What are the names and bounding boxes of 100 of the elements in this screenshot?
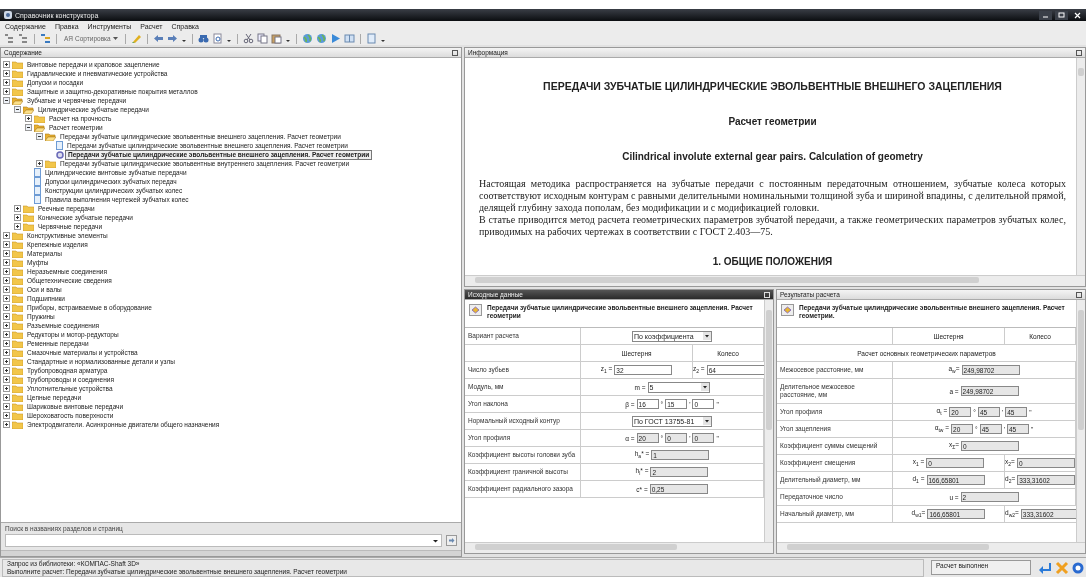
ring-icon — [56, 150, 64, 159]
folder-icon — [12, 402, 23, 411]
caret-icon — [112, 36, 118, 41]
tree-toggle[interactable] — [3, 277, 10, 284]
tree-toggle[interactable] — [3, 349, 10, 356]
maximize-button[interactable] — [1055, 10, 1068, 20]
dock-button[interactable] — [1076, 291, 1082, 298]
tree-toggle[interactable] — [3, 421, 10, 428]
tree-toggle[interactable] — [3, 250, 10, 257]
paragraph: В статье приводится метод расчета геометрических параметров зубчатой передачи, а также геометрических параметров зубчатых колес, приводимых на рабочих чертежах в соответствии с ГОСТ 2.403—75. — [479, 214, 1066, 238]
folder-icon — [12, 267, 23, 276]
tree-toggle[interactable] — [14, 106, 21, 113]
tree-toggle[interactable] — [3, 304, 10, 311]
tree-view-icon[interactable] — [4, 33, 15, 44]
folder-icon — [12, 276, 23, 285]
folder-icon — [12, 411, 23, 420]
dock-button[interactable] — [1076, 49, 1082, 56]
folder-icon — [12, 303, 23, 312]
folder-icon — [12, 87, 23, 96]
hierarchy-icon[interactable] — [40, 33, 51, 44]
tree-toggle[interactable] — [3, 295, 10, 302]
tree-toggle[interactable] — [3, 79, 10, 86]
scissors-icon[interactable] — [242, 33, 254, 44]
folder-icon — [12, 294, 23, 303]
tree-toggle[interactable] — [3, 97, 10, 104]
page-icon — [56, 141, 63, 150]
article-title: ПЕРЕДАЧИ ЗУБЧАТЫЕ ЦИЛИНДРИЧЕСКИЕ ЭВОЛЬВЕНТНЫЕ ВНЕШНЕГО ЗАЦЕПЛЕНИЯ — [542, 80, 1003, 92]
tree-toggle[interactable] — [3, 376, 10, 383]
open-folder-icon — [23, 105, 34, 114]
folder-icon — [12, 375, 23, 384]
open-folder-icon — [12, 96, 23, 105]
tree-toggle[interactable] — [3, 259, 10, 266]
tree-toggle[interactable] — [3, 367, 10, 374]
search-field[interactable] — [5, 534, 442, 547]
section-heading: 1. ОБЩИЕ ПОЛОЖЕНИЯ — [711, 256, 834, 267]
binoculars-icon[interactable] — [197, 33, 209, 44]
caret-icon — [703, 417, 711, 425]
tree-toggle[interactable] — [3, 88, 10, 95]
tree-toggle[interactable] — [3, 385, 10, 392]
folder-icon — [45, 159, 56, 168]
folder-icon — [12, 240, 23, 249]
forward-arrow-icon[interactable] — [166, 33, 178, 44]
folder-icon — [12, 384, 23, 393]
folder-icon — [12, 420, 23, 429]
tree-toggle[interactable] — [3, 412, 10, 419]
article-subtitle: Расчет геометрии — [727, 116, 818, 127]
scrollbar[interactable] — [465, 275, 1085, 286]
caret-icon — [432, 537, 439, 544]
folder-icon — [12, 258, 23, 267]
folder-icon — [12, 231, 23, 240]
scrollbar[interactable] — [1076, 58, 1085, 275]
app-icon — [4, 11, 12, 19]
folder-icon — [12, 357, 23, 366]
tree-toggle[interactable] — [25, 124, 32, 131]
tree-toggle[interactable] — [14, 205, 21, 212]
scrollbar[interactable] — [1076, 300, 1085, 542]
tree-toggle[interactable] — [3, 331, 10, 338]
tree-toggle[interactable] — [3, 70, 10, 77]
english-title: Cilindrical involute external gear pairs. Calculation of geometry — [621, 151, 924, 162]
tree-toggle[interactable] — [36, 133, 43, 140]
back-arrow-icon[interactable] — [152, 33, 164, 44]
enter-button[interactable] — [1038, 560, 1052, 575]
tree-toggle[interactable] — [3, 268, 10, 275]
tree-toggle[interactable] — [36, 160, 43, 167]
scrollbar[interactable] — [777, 542, 1085, 553]
folder-icon — [12, 393, 23, 402]
tree-toggle[interactable] — [3, 61, 10, 68]
folder-icon — [23, 222, 34, 231]
go-button[interactable] — [446, 535, 457, 546]
caret-icon — [700, 383, 709, 391]
folder-icon — [12, 69, 23, 78]
dock-button[interactable] — [452, 49, 458, 56]
scrollbar[interactable] — [764, 300, 773, 542]
tree-toggle[interactable] — [25, 115, 32, 122]
paste-icon[interactable] — [270, 33, 282, 44]
open-folder-icon — [45, 132, 56, 141]
folder-icon — [12, 330, 23, 339]
folder-icon — [23, 204, 34, 213]
open-folder-icon — [34, 123, 45, 132]
tree-toggle[interactable] — [3, 322, 10, 329]
find-page-icon[interactable] — [211, 33, 223, 44]
tree-toggle[interactable] — [3, 286, 10, 293]
minimize-button[interactable] — [1039, 10, 1052, 20]
tree-toggle[interactable] — [14, 223, 21, 230]
tree-toggle[interactable] — [3, 403, 10, 410]
copy-icon[interactable] — [256, 33, 268, 44]
folder-icon — [12, 366, 23, 375]
folder-icon — [23, 213, 34, 222]
folder-icon — [34, 114, 45, 123]
folder-icon — [12, 60, 23, 69]
tree-toggle[interactable] — [14, 214, 21, 221]
tree-toggle[interactable] — [3, 313, 10, 320]
tree-toggle[interactable] — [3, 232, 10, 239]
help-button[interactable] — [1072, 560, 1084, 575]
tree-toggle[interactable] — [3, 241, 10, 248]
scrollbar[interactable] — [465, 542, 773, 553]
tree-view-icon[interactable] — [18, 33, 29, 44]
tree-toggle[interactable] — [3, 394, 10, 401]
tree-toggle[interactable] — [3, 340, 10, 347]
tree-toggle[interactable] — [3, 358, 10, 365]
